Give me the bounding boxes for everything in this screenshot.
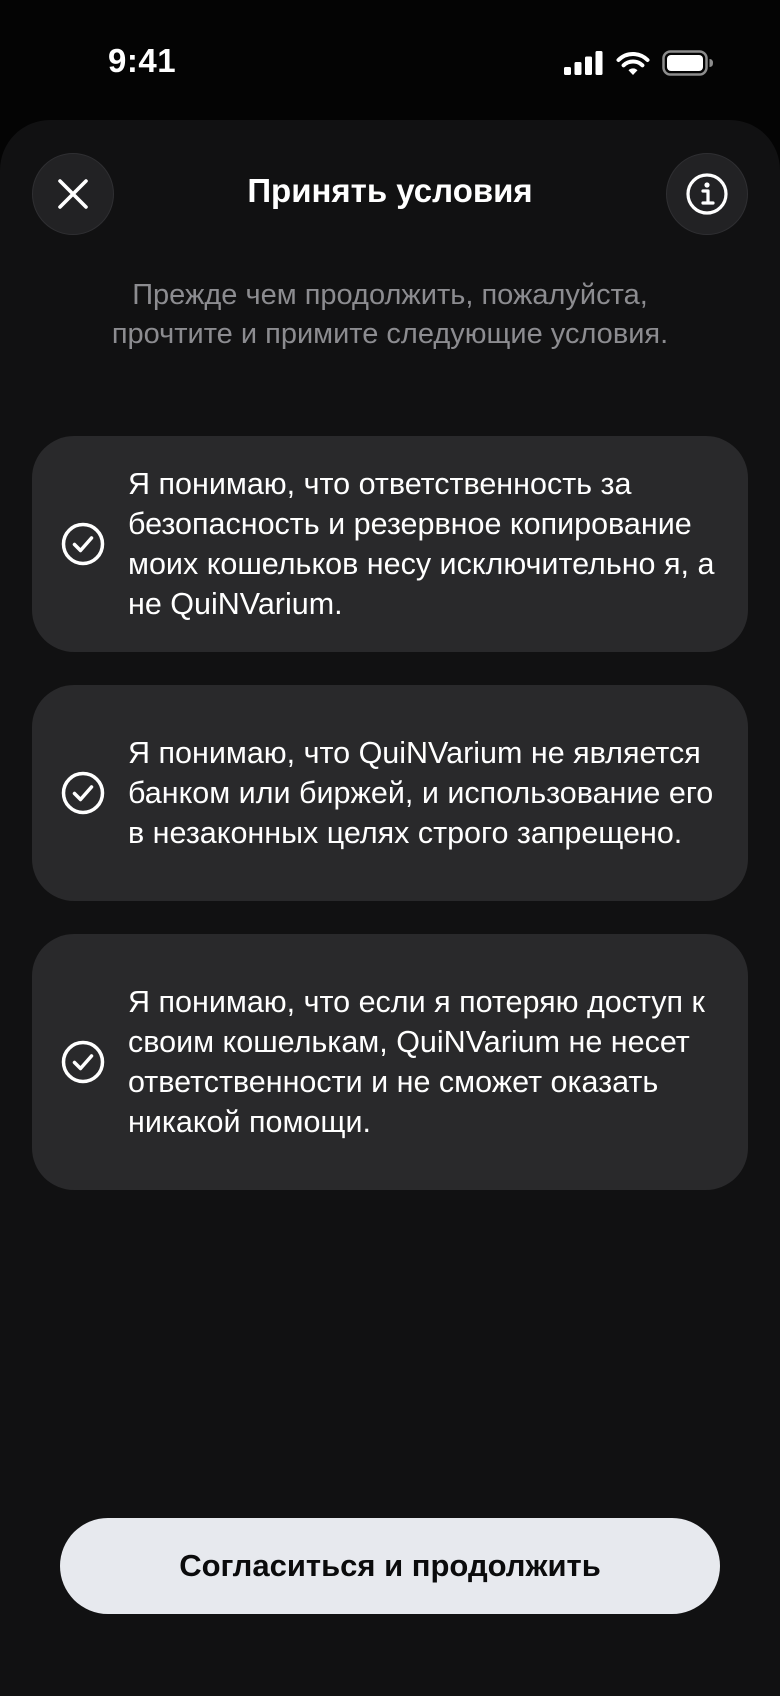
- check-circle-icon: [61, 771, 105, 815]
- status-time: 9:41: [108, 42, 177, 79]
- term-item[interactable]: Я понимаю, что если я потеряю доступ к с…: [32, 934, 748, 1190]
- info-icon: [686, 173, 728, 215]
- terms-sheet: [0, 120, 780, 1696]
- battery-icon: [662, 50, 713, 76]
- term-item[interactable]: Я понимаю, что ответственность за безопа…: [32, 436, 748, 652]
- wifi-icon: [616, 51, 650, 75]
- intro-text: Прежде чем продолжить, пожалуйста, прочт…: [111, 279, 669, 350]
- check-circle-icon: [61, 522, 105, 566]
- term-text: Я понимаю, что ответственность за безопа…: [128, 467, 715, 621]
- agree-continue-button[interactable]: Согласиться и продолжить: [60, 1518, 720, 1614]
- close-icon: [58, 179, 88, 209]
- close-button[interactable]: [32, 153, 114, 235]
- status-icons: [564, 46, 714, 80]
- info-button[interactable]: [666, 153, 748, 235]
- term-text: Я понимаю, что QuiNVarium не является ба…: [128, 736, 714, 850]
- status-bar: 9:41: [0, 0, 780, 120]
- signal-icon: [564, 51, 603, 75]
- term-text: Я понимаю, что если я потеряю доступ к с…: [128, 985, 705, 1139]
- check-circle-icon: [61, 1040, 105, 1084]
- page-title: Принять условия: [247, 172, 533, 209]
- term-item[interactable]: Я понимаю, что QuiNVarium не является ба…: [32, 685, 748, 901]
